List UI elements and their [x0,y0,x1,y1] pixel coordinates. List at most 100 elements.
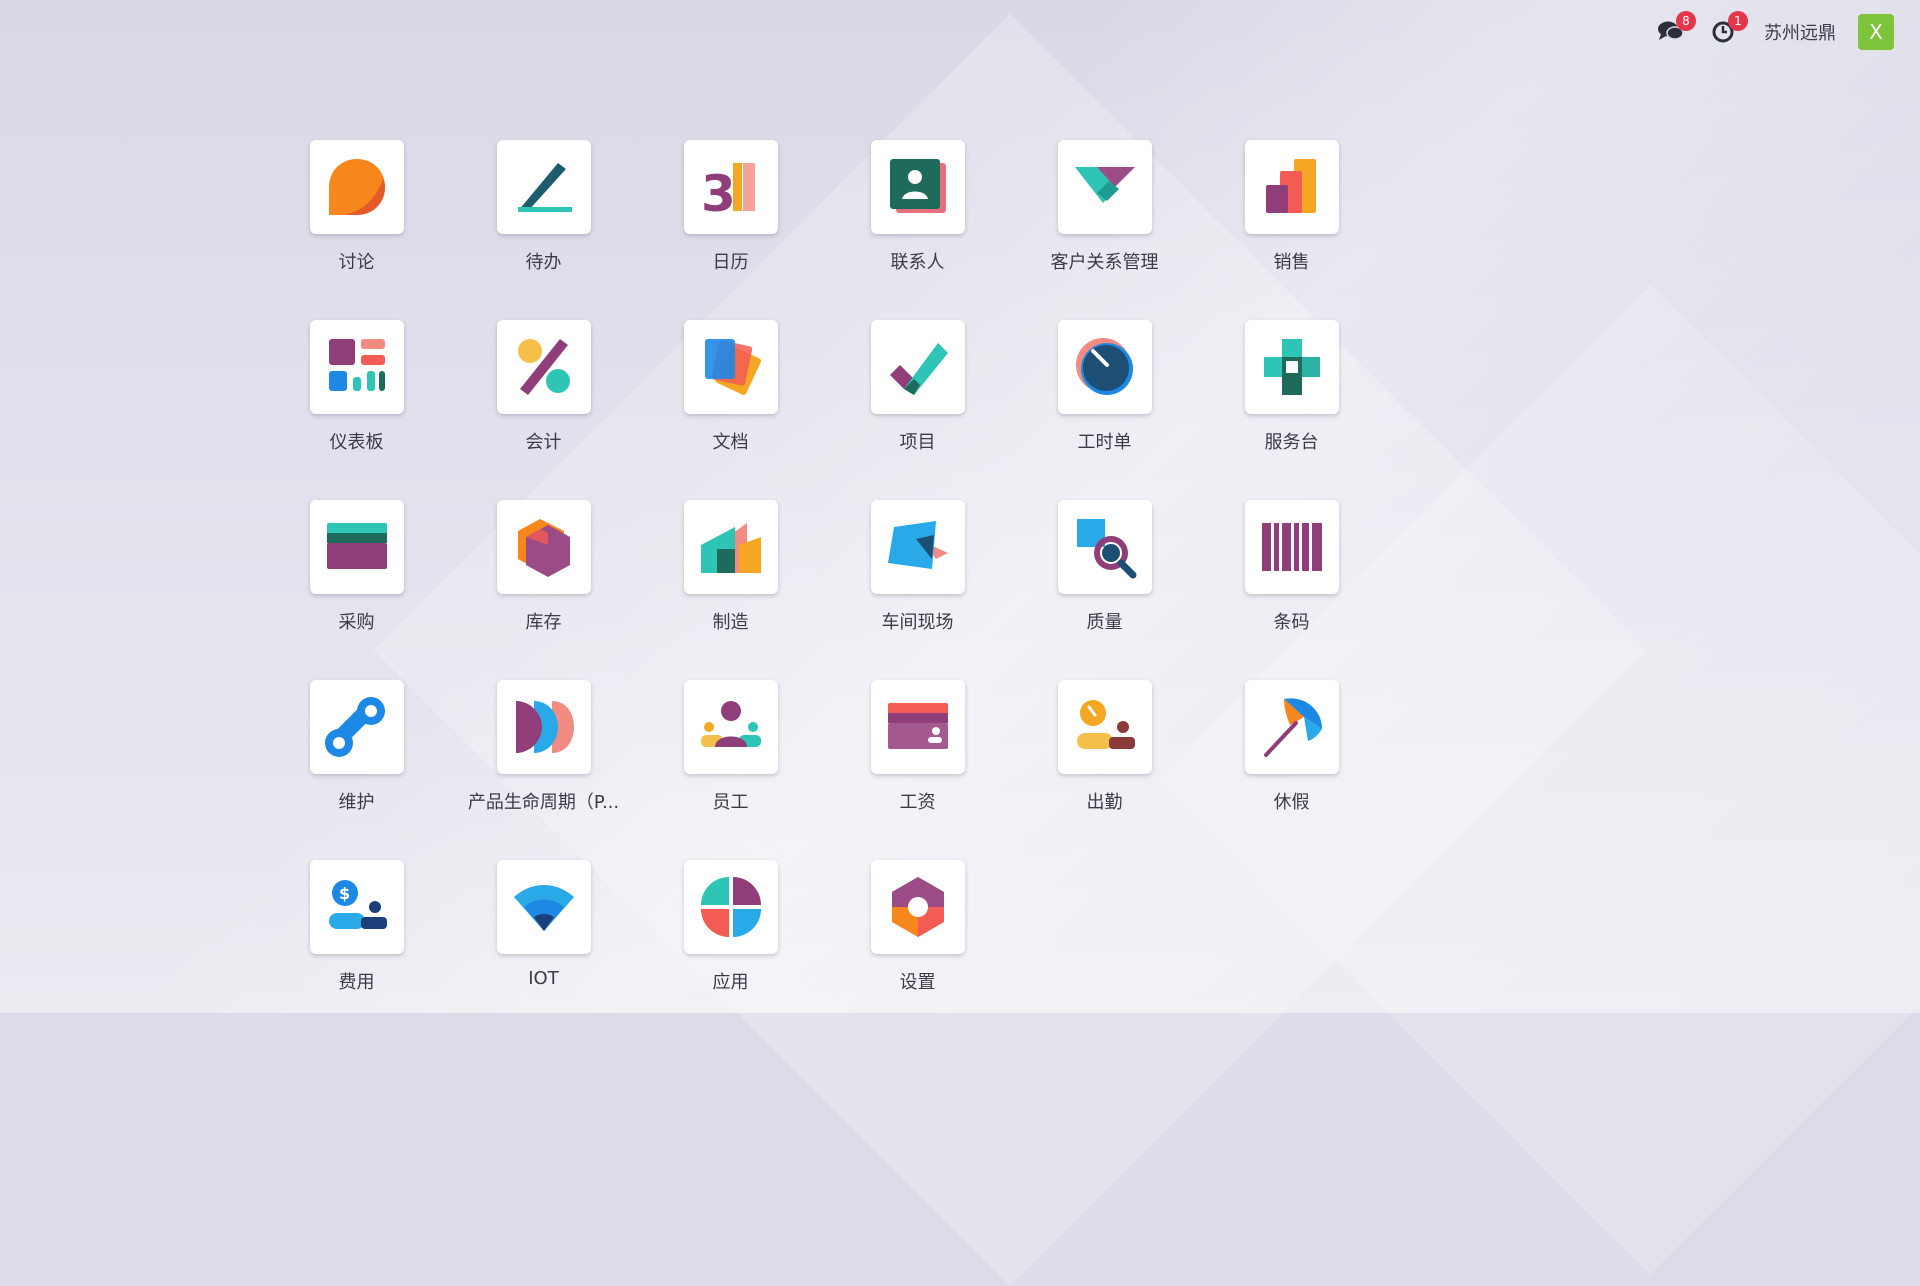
app-label: 文档 [712,432,749,453]
app-tile [1057,500,1152,594]
app-purchase[interactable]: 采购 [263,500,450,680]
app-label: 工资 [899,792,936,813]
crm-icon [1074,167,1135,203]
app-project[interactable]: 项目 [824,320,1011,500]
app-tile [1057,680,1152,774]
company-switcher[interactable]: 苏州远鼎 [1764,19,1836,45]
app-attendance[interactable]: 出勤 [1011,680,1198,860]
maintenance-icon [324,697,385,757]
app-label: 日历 [712,252,749,273]
app-manufacturing[interactable]: 制造 [637,500,824,680]
user-avatar[interactable]: X [1858,14,1894,50]
project-icon [889,343,948,395]
accounting-icon [517,339,570,395]
app-iot[interactable]: IOT [450,860,637,1040]
activity-button[interactable]: 1 [1708,11,1748,47]
purchase-icon [326,523,387,569]
quality-icon [1076,519,1136,579]
helpdesk-icon [1263,339,1320,395]
app-label: 销售 [1273,252,1310,273]
app-tile [1244,500,1339,594]
app-plm[interactable]: 产品生命周期（P... [450,680,637,860]
app-tile [683,320,778,414]
app-settings[interactable]: 设置 [824,860,1011,1040]
app-documents[interactable]: 文档 [637,320,824,500]
app-tile [496,680,591,774]
app-label: 待办 [525,252,562,273]
dashboard-icon [328,339,385,391]
app-tile [496,860,591,954]
svg-text:$: $ [339,884,350,903]
app-label: 工时单 [1077,432,1132,453]
app-tile [309,320,404,414]
app-tile [1057,140,1152,234]
app-label: 条码 [1273,612,1310,633]
app-maintenance[interactable]: 维护 [263,680,450,860]
shopfloor-icon [887,521,948,569]
app-inventory[interactable]: 库存 [450,500,637,680]
sales-icon [1265,159,1316,213]
app-discuss[interactable]: 讨论 [263,140,450,320]
app-tile [683,500,778,594]
app-accounting[interactable]: 会计 [450,320,637,500]
app-tile: $ [309,860,404,954]
app-tile [309,140,404,234]
app-label: 质量 [1086,612,1123,633]
app-label: 客户关系管理 [1050,252,1159,273]
app-crm[interactable]: 客户关系管理 [1011,140,1198,320]
iot-icon [513,885,574,931]
app-label: 出勤 [1086,792,1123,813]
app-tile [496,140,591,234]
app-tile [1244,680,1339,774]
activity-badge: 1 [1728,11,1748,31]
app-helpdesk[interactable]: 服务台 [1198,320,1385,500]
payroll-icon [887,703,948,749]
app-tile [683,680,778,774]
messages-button[interactable]: 8 [1656,11,1696,47]
timesheet-icon [1075,338,1133,395]
apps-icon [700,877,761,937]
app-dashboard[interactable]: 仪表板 [263,320,450,500]
app-label: 员工 [712,792,749,813]
app-quality[interactable]: 质量 [1011,500,1198,680]
app-tile [870,500,965,594]
app-label: 车间现场 [881,612,954,633]
plm-icon [515,701,574,753]
svg-text:3: 3 [701,165,736,219]
app-tile [1244,320,1339,414]
app-apps[interactable]: 应用 [637,860,824,1040]
app-expenses[interactable]: $ 费用 [263,860,450,1040]
manufacturing-icon [700,523,761,573]
attendance-icon [1076,700,1135,749]
app-label: 制造 [712,612,749,633]
app-sales[interactable]: 销售 [1198,140,1385,320]
app-barcode[interactable]: 条码 [1198,500,1385,680]
app-label: 讨论 [338,252,375,273]
app-payroll[interactable]: 工资 [824,680,1011,860]
app-tile [309,680,404,774]
timeoff-icon [1263,698,1322,757]
app-todo[interactable]: 待办 [450,140,637,320]
app-label: 服务台 [1264,432,1319,453]
app-employees[interactable]: 员工 [637,680,824,860]
app-tile [870,140,965,234]
app-timeoff[interactable]: 休假 [1198,680,1385,860]
app-tile [496,320,591,414]
app-shopfloor[interactable]: 车间现场 [824,500,1011,680]
top-bar: 8 1 苏州远鼎 X [1656,11,1894,52]
app-tile [870,320,965,414]
app-label: 休假 [1273,792,1310,813]
app-calendar[interactable]: 3 日历 [637,140,824,320]
todo-icon [517,163,572,212]
app-tile [683,860,778,954]
expenses-icon: $ [328,880,387,929]
app-contacts[interactable]: 联系人 [824,140,1011,320]
discuss-icon [328,159,385,215]
app-label: 会计 [525,432,562,453]
calendar-icon: 3 [701,163,755,219]
app-label: 维护 [338,792,375,813]
app-timesheet[interactable]: 工时单 [1011,320,1198,500]
app-tile [1244,140,1339,234]
app-label: 仪表板 [329,432,384,453]
app-label: 联系人 [890,252,945,273]
